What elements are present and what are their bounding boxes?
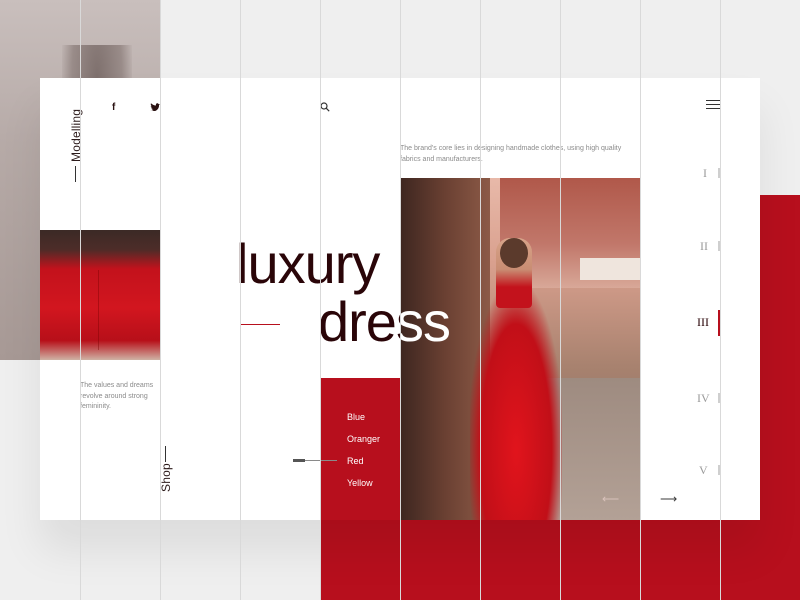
- headline-accent-line: [240, 324, 280, 325]
- values-text: The values and dreams revolve around str…: [80, 382, 154, 410]
- brand-description: The brand's core lies in designing handm…: [400, 145, 622, 163]
- menu-icon[interactable]: [706, 100, 720, 110]
- gridline: [480, 0, 481, 600]
- shop-link[interactable]: Shop: [159, 463, 173, 492]
- slide-nav-3[interactable]: III: [697, 315, 709, 330]
- color-indicator-marker: [293, 459, 305, 462]
- prev-arrow-icon[interactable]: ⟵: [602, 492, 619, 506]
- shop-link-line: [165, 446, 166, 462]
- color-option-yellow[interactable]: Yellow: [347, 478, 373, 488]
- gridline: [400, 0, 401, 600]
- search-icon[interactable]: [320, 102, 330, 112]
- gridline: [720, 0, 721, 600]
- slide-nav-1[interactable]: I: [703, 166, 707, 181]
- slide-nav-5[interactable]: V: [699, 463, 708, 478]
- facebook-icon[interactable]: f: [112, 102, 115, 113]
- gridline: [240, 0, 241, 600]
- headline-line-1: luxury: [236, 232, 380, 295]
- slide-nav-2[interactable]: II: [700, 239, 708, 254]
- slide-nav-4[interactable]: IV: [697, 391, 710, 406]
- gridline: [80, 0, 81, 600]
- color-option-oranger[interactable]: Oranger: [347, 434, 380, 444]
- next-arrow-icon[interactable]: ⟶: [660, 492, 677, 506]
- gridline: [160, 0, 161, 600]
- gridline: [320, 0, 321, 600]
- color-option-blue[interactable]: Blue: [347, 412, 365, 422]
- twitter-icon[interactable]: [150, 103, 160, 111]
- color-option-red[interactable]: Red: [347, 456, 364, 466]
- gridline: [640, 0, 641, 600]
- side-label-line: [75, 166, 76, 182]
- color-panel: [320, 378, 400, 520]
- thumbnail-photo[interactable]: [40, 230, 160, 360]
- gridline: [560, 0, 561, 600]
